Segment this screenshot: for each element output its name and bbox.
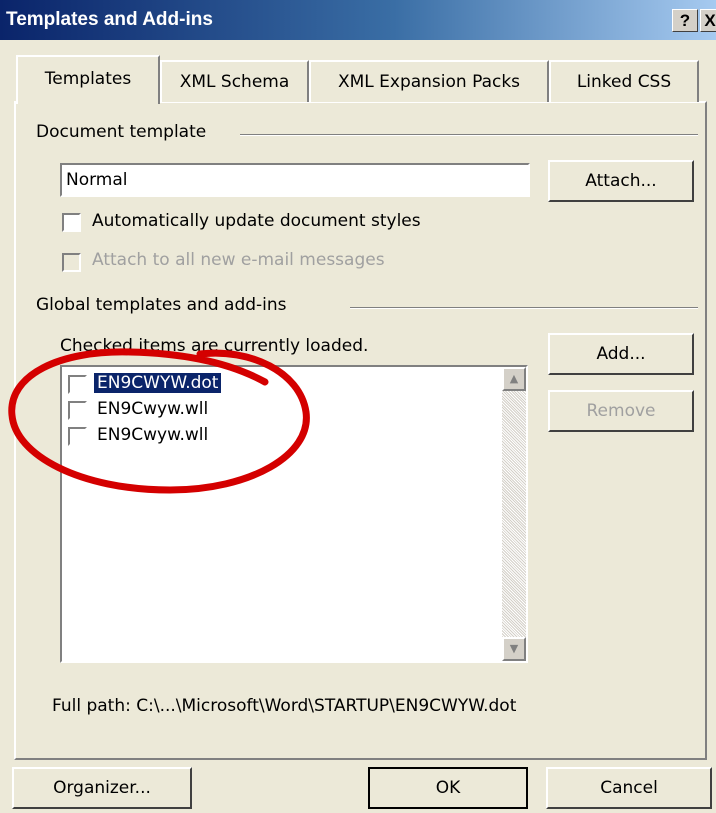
tab-xml-schema[interactable]: XML Schema (160, 60, 309, 102)
scroll-up-arrow-icon[interactable]: ▲ (502, 367, 526, 391)
group-divider (240, 134, 698, 136)
remove-button[interactable]: Remove (548, 390, 694, 432)
tab-linked-css[interactable]: Linked CSS (549, 60, 699, 102)
document-template-group-label: Document template (36, 122, 217, 142)
vertical-scrollbar[interactable]: ▲ ▼ (502, 367, 526, 661)
tab-templates[interactable]: Templates (16, 55, 160, 104)
attach-all-email-label: Attach to all new e-mail messages (92, 250, 385, 270)
window-title: Templates and Add-ins (6, 9, 213, 30)
ok-button[interactable]: OK (368, 767, 528, 809)
group-divider (350, 307, 698, 309)
document-template-input[interactable]: Normal (60, 163, 530, 197)
full-path-text: Full path: C:\...\Microsoft\Word\STARTUP… (52, 696, 517, 716)
attach-all-email-checkbox[interactable] (62, 253, 81, 272)
title-bar[interactable]: Templates and Add-ins ? X (0, 0, 716, 40)
close-button[interactable]: X (700, 9, 716, 32)
attach-button[interactable]: Attach... (548, 160, 694, 202)
organizer-button[interactable]: Organizer... (12, 767, 192, 809)
auto-update-label: Automatically update document styles (92, 211, 421, 231)
auto-update-checkbox[interactable] (62, 213, 81, 232)
help-button[interactable]: ? (672, 9, 698, 32)
templates-and-addins-dialog: Templates and Add-ins ? X Templates XML … (0, 0, 716, 813)
cancel-button[interactable]: Cancel (546, 767, 712, 809)
red-annotation-circle (8, 348, 310, 494)
tab-xml-expansion-packs[interactable]: XML Expansion Packs (309, 60, 549, 102)
global-templates-group-label: Global templates and add-ins (36, 295, 297, 315)
scroll-down-arrow-icon[interactable]: ▼ (502, 637, 526, 661)
add-button[interactable]: Add... (548, 333, 694, 375)
